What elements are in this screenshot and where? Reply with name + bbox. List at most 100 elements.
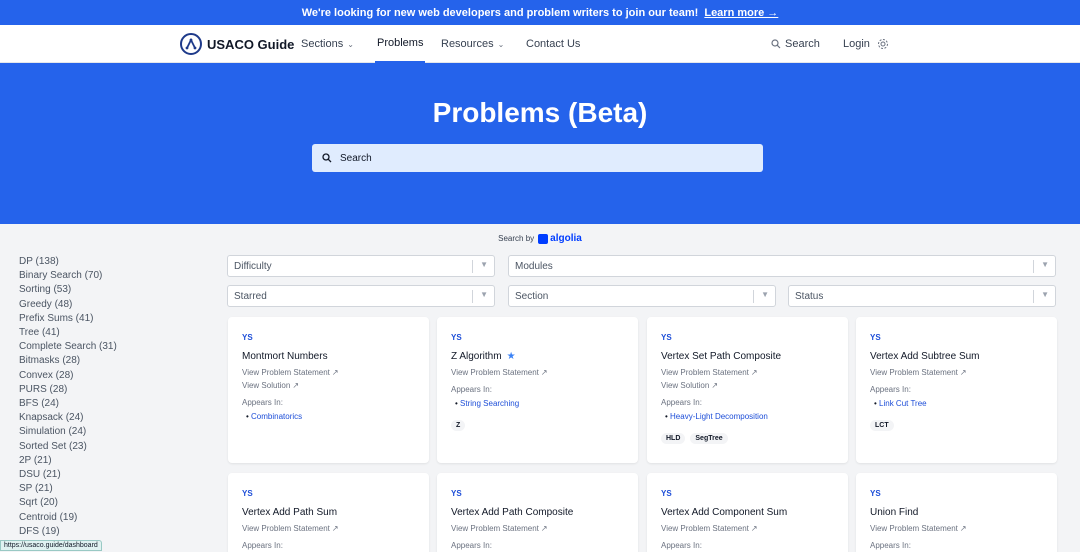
view-statement-link[interactable]: View Problem Statement ↗: [661, 524, 834, 533]
chevron-down-icon: ▼: [1041, 260, 1049, 269]
chevron-down-icon: ▼: [480, 290, 488, 299]
tag-filter-item[interactable]: Greedy (48): [19, 298, 117, 312]
problem-title[interactable]: Montmort Numbers: [242, 351, 415, 362]
module-link[interactable]: Link Cut Tree: [870, 399, 1043, 408]
nav-search-button[interactable]: Search: [771, 25, 820, 63]
appears-in-label: Appears In:: [870, 541, 911, 550]
select-divider: [472, 290, 473, 303]
algolia-brand: algolia: [550, 233, 582, 244]
view-solution-label: View Solution: [661, 381, 710, 390]
status-select[interactable]: Status ▼: [788, 285, 1056, 307]
view-statement-link[interactable]: View Problem Statement ↗: [451, 368, 624, 377]
tag-filter-item[interactable]: DFS (19): [19, 525, 117, 539]
view-solution-link[interactable]: View Solution ↗: [242, 381, 415, 390]
starred-select[interactable]: Starred ▼: [227, 285, 495, 307]
problem-source: YS: [870, 333, 881, 342]
module-link[interactable]: Combinatorics: [242, 412, 415, 421]
tag-filter-item[interactable]: SP (21): [19, 482, 117, 496]
problem-source: YS: [661, 489, 672, 498]
modules-select[interactable]: Modules ▼: [508, 255, 1056, 277]
view-statement-link[interactable]: View Problem Statement ↗: [242, 524, 415, 533]
settings-button[interactable]: [877, 25, 889, 63]
module-link[interactable]: String Searching: [451, 399, 624, 408]
nav-problems-label: Problems: [377, 37, 424, 49]
tag-filter-item[interactable]: Sorted Set (23): [19, 440, 117, 454]
tag-filter-item[interactable]: Prefix Sums (41): [19, 312, 117, 326]
module-link[interactable]: Heavy-Light Decomposition: [661, 412, 834, 421]
tag-filter-item[interactable]: Centroid (19): [19, 511, 117, 525]
tag-filter-item[interactable]: Tree (41): [19, 326, 117, 340]
difficulty-placeholder: Difficulty: [234, 260, 272, 272]
section-placeholder: Section: [515, 290, 549, 302]
logo[interactable]: USACO Guide: [180, 33, 294, 55]
external-link-icon: ↗: [959, 524, 967, 533]
learn-more-link[interactable]: Learn more →: [704, 7, 778, 19]
logo-icon: [180, 33, 202, 55]
problem-title[interactable]: Vertex Add Subtree Sum: [870, 351, 1043, 362]
view-statement-label: View Problem Statement: [870, 524, 958, 533]
tag-filter-item[interactable]: Sorting (53): [19, 283, 117, 297]
nav-contact[interactable]: Contact Us: [526, 25, 580, 63]
view-statement-link[interactable]: View Problem Statement ↗: [870, 368, 1043, 377]
tag-filter-item[interactable]: DP (138): [19, 255, 117, 269]
tag-filter-item[interactable]: Sqrt (20): [19, 496, 117, 510]
difficulty-select[interactable]: Difficulty ▼: [227, 255, 495, 277]
problem-title[interactable]: Union Find: [870, 507, 1043, 518]
external-link-icon: ↗: [750, 368, 758, 377]
logo-text: USACO Guide: [207, 36, 295, 52]
tag-filter-item[interactable]: PURS (28): [19, 383, 117, 397]
tag-filter-item[interactable]: Complete Search (31): [19, 340, 117, 354]
search-by-algolia[interactable]: Search by algolia: [0, 233, 1080, 244]
problem-title[interactable]: Vertex Add Component Sum: [661, 507, 834, 518]
modules-placeholder: Modules: [515, 260, 553, 272]
select-divider: [753, 290, 754, 303]
login-button[interactable]: Login: [843, 25, 870, 63]
tag-filter-item[interactable]: Binary Search (70): [19, 269, 117, 283]
view-statement-link[interactable]: View Problem Statement ↗: [661, 368, 834, 377]
appears-in-label: Appears In:: [242, 398, 283, 407]
nav-contact-label: Contact Us: [526, 38, 581, 50]
algolia-prefix: Search by: [498, 234, 535, 243]
appears-in-label: Appears In:: [661, 398, 702, 407]
problem-title[interactable]: Z Algorithm ★: [451, 351, 624, 362]
external-link-icon: ↗: [331, 524, 339, 533]
problem-title[interactable]: Vertex Add Path Sum: [242, 507, 415, 518]
section-select[interactable]: Section ▼: [508, 285, 776, 307]
external-link-icon: ↗: [292, 381, 300, 390]
problem-card: YS Montmort Numbers View Problem Stateme…: [228, 317, 429, 463]
problem-title-text: Vertex Add Path Sum: [242, 507, 338, 518]
problem-source: YS: [451, 489, 462, 498]
tag-filter-item[interactable]: Bitmasks (28): [19, 354, 117, 368]
problem-title-text: Montmort Numbers: [242, 351, 328, 362]
tag-filter-item[interactable]: 2P (21): [19, 454, 117, 468]
view-statement-link[interactable]: View Problem Statement ↗: [451, 524, 624, 533]
problem-source: YS: [242, 489, 253, 498]
tag-filter-list: DP (138) Binary Search (70) Sorting (53)…: [19, 255, 117, 539]
tag-filter-item[interactable]: DSU (21): [19, 468, 117, 482]
nav-problems[interactable]: Problems: [375, 25, 426, 63]
view-statement-link[interactable]: View Problem Statement ↗: [242, 368, 415, 377]
view-statement-link[interactable]: View Problem Statement ↗: [870, 524, 1043, 533]
view-statement-label: View Problem Statement: [661, 368, 749, 377]
problem-card: YS Vertex Add Subtree Sum View Problem S…: [856, 317, 1057, 463]
tag-filter-item[interactable]: Simulation (24): [19, 425, 117, 439]
problem-source: YS: [870, 489, 881, 498]
problem-search-input[interactable]: Search: [312, 144, 763, 172]
view-statement-label: View Problem Statement: [451, 524, 539, 533]
problem-title-text: Z Algorithm: [451, 351, 502, 362]
tag-filter-item[interactable]: Knapsack (24): [19, 411, 117, 425]
problem-card: YS Vertex Add Path Composite View Proble…: [437, 473, 638, 552]
star-icon[interactable]: ★: [507, 351, 516, 362]
tag-list: Z: [451, 420, 624, 431]
nav-resources[interactable]: Resources ⌄: [441, 25, 504, 63]
appears-in-label: Appears In:: [451, 541, 492, 550]
nav-sections[interactable]: Sections ⌄: [301, 25, 354, 63]
problem-title[interactable]: Vertex Add Path Composite: [451, 507, 624, 518]
problem-card: YS Vertex Add Component Sum View Problem…: [647, 473, 848, 552]
problem-title[interactable]: Vertex Set Path Composite: [661, 351, 834, 362]
view-solution-link[interactable]: View Solution ↗: [661, 381, 834, 390]
chevron-down-icon: ▼: [761, 290, 769, 299]
appears-in-label: Appears In:: [661, 541, 702, 550]
tag-filter-item[interactable]: BFS (24): [19, 397, 117, 411]
tag-filter-item[interactable]: Convex (28): [19, 369, 117, 383]
